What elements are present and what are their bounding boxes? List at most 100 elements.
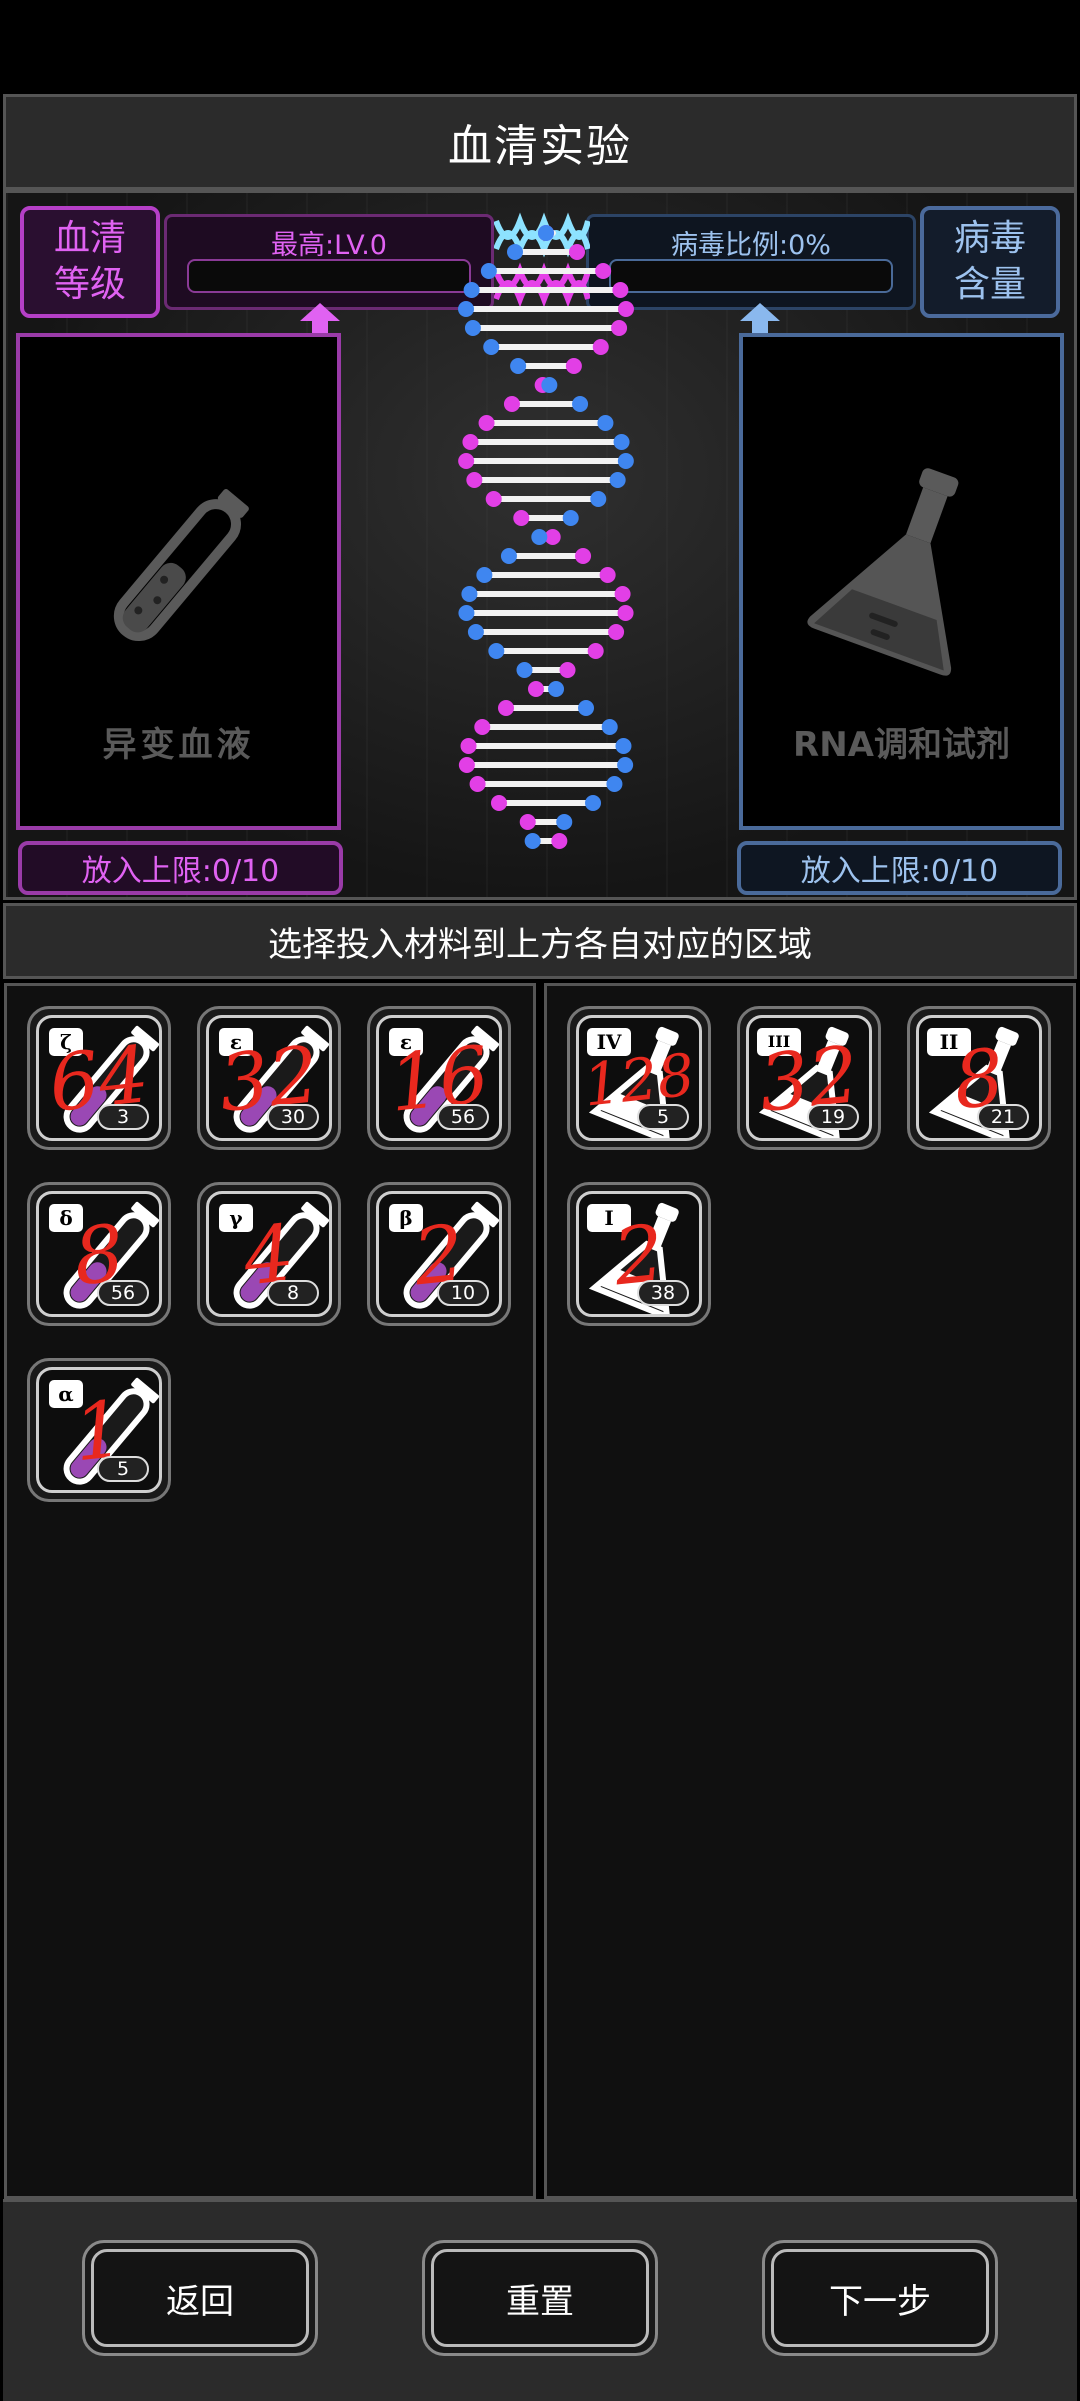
reagent-item[interactable]: III 32 19 (737, 1006, 881, 1150)
helix-node (485, 491, 502, 507)
item-count-badge: 10 (437, 1280, 489, 1306)
blood-item[interactable]: α15 (27, 1358, 171, 1502)
item-count-badge: 19 (807, 1104, 859, 1130)
blood-item[interactable]: β 2 10 (367, 1182, 511, 1326)
blood-item[interactable]: ζ 64 3 (27, 1006, 171, 1150)
helix-rung (466, 762, 626, 768)
helix-node (458, 453, 475, 469)
helix-node (590, 491, 607, 507)
virus-content-button[interactable]: 病毒 含量 (920, 206, 1060, 318)
next-step-button[interactable]: 下一步 (762, 2240, 998, 2356)
helix-rung (491, 344, 601, 350)
helix-rung (496, 648, 596, 654)
rna-reagent-slot[interactable]: RNA调和试剂 (739, 333, 1064, 830)
helix-node (503, 396, 520, 412)
reagent-item[interactable]: IV 128 5 (567, 1006, 711, 1150)
helix-node (601, 719, 618, 735)
reagent-limit-text: 放入上限:0/10 (800, 854, 999, 889)
helix-node (606, 776, 623, 792)
helix-node (617, 301, 634, 317)
helix-node (617, 757, 634, 773)
reset-button[interactable]: 重置 (422, 2240, 658, 2356)
serum-level-meter: 最高:LV.0 (164, 214, 494, 310)
helix-node (461, 586, 478, 602)
helix-node (548, 681, 565, 697)
item-count-badge: 3 (97, 1104, 149, 1130)
back-button-label: 返回 (91, 2249, 309, 2347)
helix-node (608, 624, 625, 640)
item-count-badge: 5 (637, 1104, 689, 1130)
reagent-item[interactable]: I 2 38 (567, 1182, 711, 1326)
helix-node (516, 662, 533, 678)
helix-node (478, 415, 495, 431)
helix-node (614, 586, 631, 602)
item-count-badge: 38 (637, 1280, 689, 1306)
title-bar: 血清实验 (3, 94, 1077, 190)
back-button[interactable]: 返回 (82, 2240, 318, 2356)
page-title: 血清实验 (448, 121, 632, 172)
mutant-blood-slot[interactable]: 异变血液 (16, 333, 341, 830)
helix-node (617, 605, 634, 621)
helix-node (500, 548, 517, 564)
helix-node (585, 795, 602, 811)
helix-node (531, 529, 548, 545)
helix-rung (471, 287, 621, 293)
helix-node (597, 415, 614, 431)
blood-item[interactable]: ε 32 30 (197, 1006, 341, 1150)
dna-helix-icon (458, 225, 634, 849)
helix-node (587, 643, 604, 659)
blood-item[interactable]: δ 8 56 (27, 1182, 171, 1326)
item-count-badge: 56 (97, 1280, 149, 1306)
helix-rung (468, 743, 624, 749)
helix-node (578, 700, 594, 716)
helix-node (538, 225, 554, 241)
helix-node (474, 719, 491, 735)
helix-node (524, 833, 541, 849)
item-frame: α15 (36, 1367, 162, 1493)
item-count-badge: 5 (97, 1456, 149, 1482)
lab-area: 血清 等级 最高:LV.0 病毒 含量 病毒比例:0% 异变血液 RNA调和试剂… (3, 190, 1077, 900)
helix-rung (506, 705, 586, 711)
helix-rung (498, 800, 594, 806)
helix-node (519, 814, 536, 830)
helix-node (527, 681, 544, 697)
item-frame: II 8 21 (916, 1015, 1042, 1141)
helix-rung (484, 572, 608, 578)
item-count-badge: 21 (977, 1104, 1029, 1130)
helix-rung (466, 610, 626, 616)
item-frame: III 32 19 (746, 1015, 872, 1141)
virus-content-label: 病毒 含量 (953, 218, 1026, 305)
helix-rung (514, 249, 578, 255)
helix-rung (475, 629, 617, 635)
virus-ratio-bar (609, 259, 893, 293)
helix-node (615, 738, 632, 754)
helix-rung (466, 458, 626, 464)
blood-limit-badge: 放入上限:0/10 (18, 841, 343, 895)
helix-rung (493, 496, 599, 502)
helix-rung (482, 724, 610, 730)
helix-node (572, 396, 589, 412)
blood-item[interactable]: γ48 (197, 1182, 341, 1326)
serum-level-bar (187, 259, 471, 293)
helix-node (463, 282, 480, 298)
blood-item[interactable]: ε 16 56 (367, 1006, 511, 1150)
reagent-limit-badge: 放入上限:0/10 (737, 841, 1062, 895)
helix-rung (466, 306, 626, 312)
serum-level-button[interactable]: 血清 等级 (20, 206, 160, 318)
item-frame: ε 32 30 (206, 1015, 332, 1141)
item-frame: I 2 38 (576, 1191, 702, 1317)
helix-node (599, 567, 616, 583)
helix-node (488, 643, 505, 659)
helix-node (609, 472, 626, 488)
helix-node (460, 738, 477, 754)
rna-reagent-label: RNA调和试剂 (793, 725, 1010, 765)
helix-node (462, 434, 479, 450)
mutant-blood-label: 异变血液 (102, 725, 255, 765)
helix-node (467, 624, 484, 640)
helix-rung (470, 439, 622, 445)
reagent-item[interactable]: II 8 21 (907, 1006, 1051, 1150)
helix-node (480, 263, 497, 279)
helix-node (458, 605, 475, 621)
helix-rung (511, 401, 581, 407)
helix-rung (477, 781, 615, 787)
